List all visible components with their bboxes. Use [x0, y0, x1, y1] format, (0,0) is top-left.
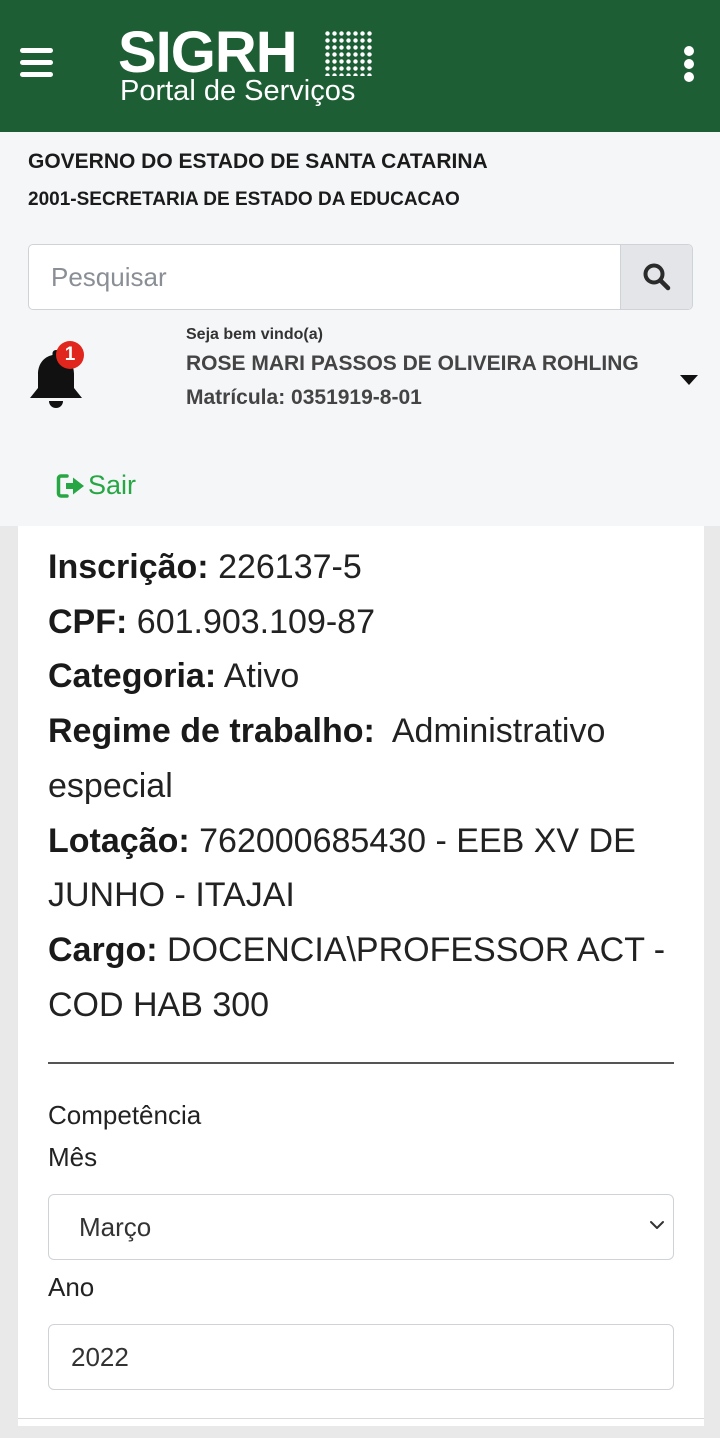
regime-row: Regime de trabalho: Administrativo espec… — [48, 704, 668, 813]
logo-dot-grid — [324, 30, 374, 76]
search-icon — [643, 263, 670, 291]
logout-label: Sair — [88, 470, 137, 500]
org-name: GOVERNO DO ESTADO DE SANTA CATARINA — [28, 150, 488, 173]
cpf-row: CPF: 601.903.109-87 — [48, 595, 668, 650]
welcome-text: Seja bem vindo(a) — [186, 326, 323, 343]
categoria-label: Categoria: — [48, 657, 217, 696]
kebab-menu-icon[interactable] — [684, 46, 698, 84]
search-input[interactable] — [29, 245, 621, 309]
inscricao-value: 226137-5 — [218, 548, 362, 586]
categoria-value: Ativo — [223, 657, 300, 696]
logo-subtitle: Portal de Serviços — [120, 75, 356, 107]
user-name: ROSE MARI PASSOS DE OLIVEIRA ROHLING — [186, 352, 639, 375]
mes-label: Mês — [48, 1142, 98, 1172]
mes-selected-value: Março — [79, 1212, 152, 1242]
cargo-label: Cargo: — [48, 930, 158, 969]
org-department: 2001-SECRETARIA DE ESTADO DA EDUCACAO — [28, 189, 460, 210]
categoria-row: Categoria: Ativo — [48, 649, 668, 704]
lotacao-label: Lotação: — [48, 821, 190, 860]
user-matricula: Matrícula: 0351919-8-01 — [186, 386, 422, 410]
ano-label: Ano — [48, 1272, 95, 1302]
inscricao-label: Inscrição: — [48, 548, 209, 586]
hamburger-menu-icon[interactable] — [20, 48, 56, 80]
employee-info: Inscrição: 226137-5 CPF: 601.903.109-87 … — [48, 540, 668, 1032]
app-header: SIGRH Portal de Serviços — [0, 0, 720, 132]
lotacao-row: Lotação: 762000685430 - EEB XV DE JUNHO … — [48, 814, 668, 923]
logout-link[interactable]: Sair — [56, 470, 136, 501]
header-panel: GOVERNO DO ESTADO DE SANTA CATARINA 2001… — [0, 132, 720, 526]
cargo-row: Cargo: DOCENCIA\PROFESSOR ACT - COD HAB … — [48, 923, 668, 1032]
mes-select[interactable]: Março — [48, 1194, 674, 1260]
sign-out-icon — [56, 473, 84, 498]
cpf-label: CPF: — [48, 602, 128, 641]
regime-label: Regime de trabalho: — [48, 712, 375, 751]
chevron-down-icon — [650, 1221, 664, 1229]
matricula-value: 0351919-8-01 — [291, 386, 422, 409]
cpf-value: 601.903.109-87 — [136, 602, 375, 641]
competencia-label: Competência — [48, 1100, 202, 1130]
section-divider — [48, 1062, 674, 1064]
ano-input[interactable] — [48, 1324, 674, 1390]
notification-badge: 1 — [56, 341, 84, 369]
sigrh-logo: SIGRH Portal de Serviços — [118, 24, 378, 108]
search-button[interactable] — [620, 245, 692, 309]
matricula-label: Matrícula: — [186, 386, 286, 409]
logo-title: SIGRH — [118, 20, 298, 85]
card-bottom-border — [18, 1418, 704, 1419]
inscricao-row: Inscrição: 226137-5 — [48, 540, 668, 595]
employee-card: Inscrição: 226137-5 CPF: 601.903.109-87 … — [18, 526, 704, 1426]
search-bar — [28, 244, 693, 310]
user-menu-caret-icon[interactable] — [680, 375, 698, 385]
